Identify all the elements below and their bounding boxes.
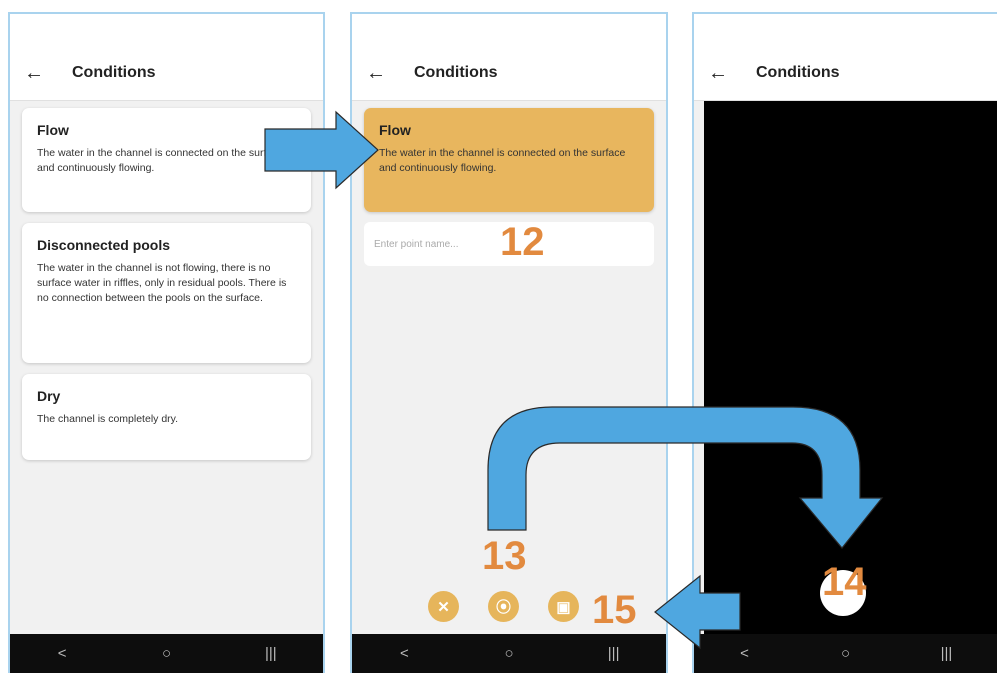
step-label-15: 15 (592, 588, 637, 632)
arrow-right-icon (264, 110, 379, 190)
step-label-14: 14 (822, 560, 867, 604)
step-label-12: 12 (500, 220, 545, 264)
arrow-left-icon (654, 574, 741, 650)
curved-arrow-icon (487, 406, 884, 549)
step-label-13: 13 (482, 534, 527, 578)
